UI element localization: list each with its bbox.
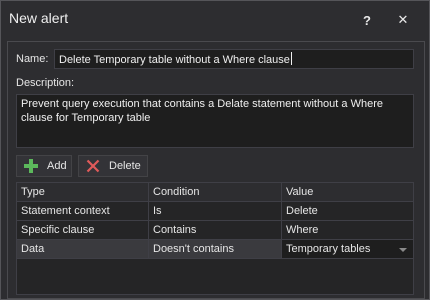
name-input[interactable]: Delete Temporary table without a Where c… [54, 49, 414, 69]
delete-button[interactable]: Delete [78, 155, 148, 177]
column-header-value[interactable]: Value [282, 183, 413, 202]
column-header-type[interactable]: Type [17, 183, 149, 202]
name-label: Name: [16, 53, 49, 65]
grid-header-row: Type Condition Value [17, 183, 413, 202]
condition-cell[interactable]: Doesn't contains [149, 240, 282, 259]
table-row-selected[interactable]: Data Doesn't contains Temporary tables [17, 240, 413, 259]
condition-cell[interactable]: Contains [149, 221, 282, 240]
text-caret [290, 52, 292, 65]
name-input-value: Delete Temporary table without a Where c… [59, 54, 290, 66]
description-value: Prevent query execution that contains a … [21, 98, 383, 124]
description-label: Description: [16, 77, 75, 89]
type-cell[interactable]: Data [17, 240, 149, 259]
title-bar: New alert ? ✕ [1, 1, 429, 39]
conditions-grid: Type Condition Value Statement context I… [16, 182, 414, 295]
type-cell[interactable]: Specific clause [17, 221, 149, 240]
close-icon: ✕ [397, 12, 409, 27]
add-button-label: Add [47, 160, 67, 172]
help-button[interactable]: ? [356, 9, 378, 31]
value-cell[interactable]: Delete [282, 202, 413, 221]
new-alert-dialog: New alert ? ✕ Name: Delete Temporary tab… [0, 0, 430, 300]
column-header-condition[interactable]: Condition [149, 183, 282, 202]
plus-icon [21, 159, 41, 173]
close-button[interactable]: ✕ [392, 9, 414, 31]
condition-cell[interactable]: Is [149, 202, 282, 221]
delete-button-label: Delete [109, 160, 141, 172]
description-textarea[interactable]: Prevent query execution that contains a … [16, 94, 414, 148]
value-dropdown[interactable]: Temporary tables [282, 240, 413, 259]
value-cell[interactable]: Where [282, 221, 413, 240]
alert-form-panel: Name: Delete Temporary table without a W… [7, 41, 425, 299]
add-button[interactable]: Add [16, 155, 72, 177]
chevron-down-icon[interactable] [399, 248, 407, 252]
type-cell[interactable]: Statement context [17, 202, 149, 221]
delete-x-icon [83, 159, 103, 173]
table-row[interactable]: Statement context Is Delete [17, 202, 413, 221]
dialog-title: New alert [9, 10, 69, 26]
value-dropdown-text: Temporary tables [286, 243, 371, 255]
table-row[interactable]: Specific clause Contains Where [17, 221, 413, 240]
